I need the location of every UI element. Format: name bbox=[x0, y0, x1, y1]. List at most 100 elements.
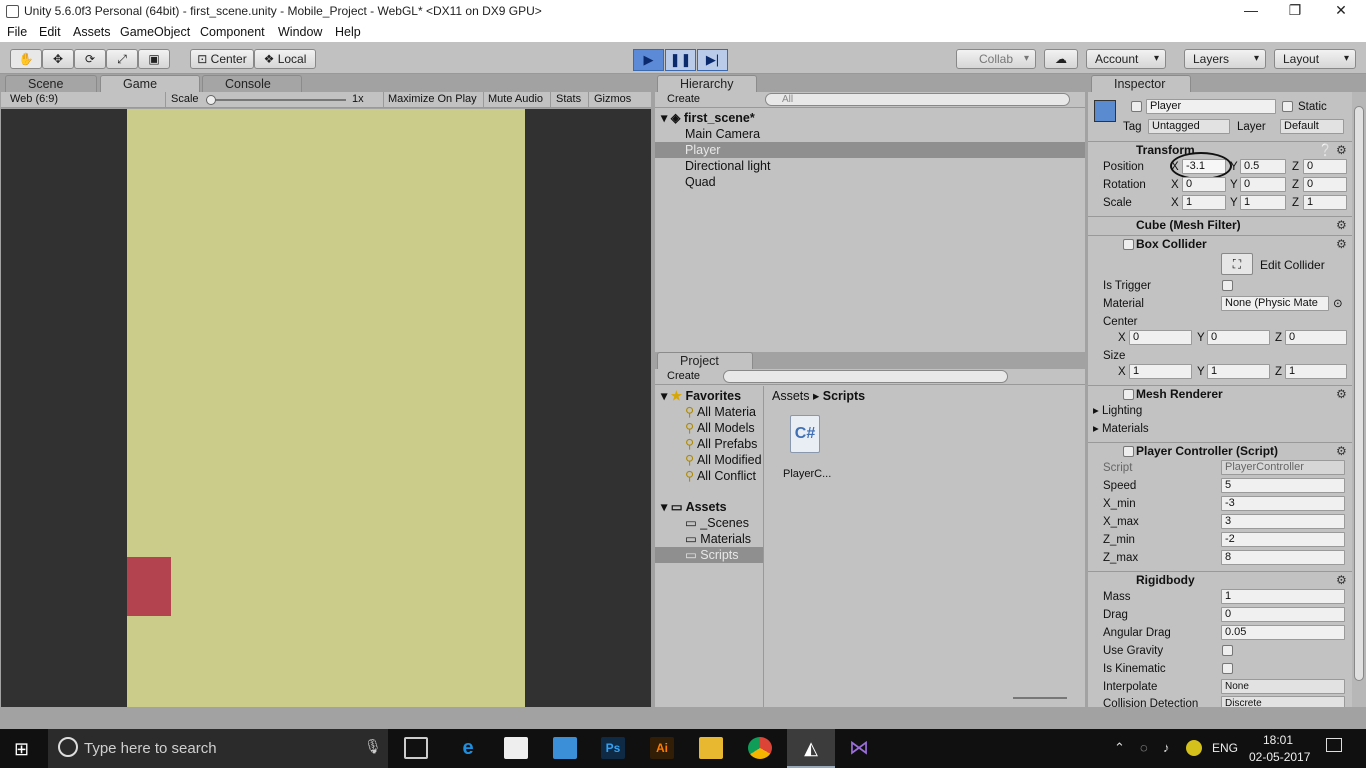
chrome-icon[interactable] bbox=[748, 737, 772, 759]
task-view-icon[interactable] bbox=[404, 737, 428, 759]
rect-tool-icon[interactable]: ▣ bbox=[138, 49, 170, 69]
favorite-all-materials[interactable]: ⚲ All Materia bbox=[685, 404, 756, 420]
illustrator-icon[interactable]: Ai bbox=[650, 737, 674, 759]
project-search-input[interactable] bbox=[723, 370, 1008, 383]
layer-dropdown[interactable]: Default bbox=[1280, 119, 1344, 134]
menu-window[interactable]: Window bbox=[278, 25, 322, 39]
gear-icon[interactable]: ⚙ bbox=[1336, 573, 1347, 587]
mute-audio-button[interactable]: Mute Audio bbox=[488, 92, 543, 107]
photoshop-icon[interactable]: Ps bbox=[601, 737, 625, 759]
rotate-tool-icon[interactable]: ⟳ bbox=[74, 49, 106, 69]
scale-y-field[interactable]: 1 bbox=[1240, 195, 1286, 210]
use-gravity-checkbox[interactable] bbox=[1222, 645, 1233, 656]
notifications-icon[interactable] bbox=[1326, 738, 1342, 752]
stats-button[interactable]: Stats bbox=[556, 92, 581, 107]
scale-tool-icon[interactable]: ⤢ bbox=[106, 49, 138, 69]
angular-drag-field[interactable]: 0.05 bbox=[1221, 625, 1345, 640]
tab-console[interactable]: Console bbox=[202, 75, 302, 92]
gear-icon[interactable]: ⚙ bbox=[1336, 237, 1347, 251]
position-y-field[interactable]: 0.5 bbox=[1240, 159, 1286, 174]
breadcrumb-assets[interactable]: Assets bbox=[772, 389, 810, 403]
folder-scenes[interactable]: ▭ _Scenes bbox=[685, 515, 749, 531]
windows-start-icon[interactable]: ⊞ bbox=[14, 740, 29, 758]
play-button[interactable]: ▶ bbox=[633, 49, 664, 71]
inspector-scrollbar[interactable] bbox=[1352, 92, 1366, 707]
scale-slider-thumb[interactable] bbox=[206, 95, 216, 105]
size-x-field[interactable]: 1 bbox=[1129, 364, 1192, 379]
icon-size-slider[interactable] bbox=[1013, 697, 1067, 699]
player-controller-enabled-checkbox[interactable] bbox=[1123, 446, 1134, 457]
microphone-icon[interactable]: 🎙 bbox=[364, 738, 382, 755]
maximize-on-play-button[interactable]: Maximize On Play bbox=[388, 92, 477, 107]
collab-dropdown[interactable]: Collab bbox=[956, 49, 1036, 69]
tray-app-icon[interactable] bbox=[1186, 740, 1202, 756]
hierarchy-item-player[interactable]: Player bbox=[655, 142, 1085, 158]
is-trigger-checkbox[interactable] bbox=[1222, 280, 1233, 291]
tag-dropdown[interactable]: Untagged bbox=[1148, 119, 1230, 134]
network-icon[interactable]: ◌ bbox=[1140, 740, 1148, 755]
mesh-renderer-enabled-checkbox[interactable] bbox=[1123, 389, 1134, 400]
material-field[interactable]: None (Physic Mate bbox=[1221, 296, 1329, 311]
menu-assets[interactable]: Assets bbox=[73, 25, 111, 39]
maximize-button[interactable]: ❐ bbox=[1272, 2, 1318, 22]
scale-x-field[interactable]: 1 bbox=[1182, 195, 1226, 210]
favorite-all-prefabs[interactable]: ⚲ All Prefabs bbox=[685, 436, 757, 452]
aspect-dropdown[interactable]: Web (6:9) bbox=[10, 92, 58, 107]
edit-collider-icon[interactable]: ⛶ bbox=[1221, 253, 1253, 275]
folder-scripts[interactable]: ▭ Scripts bbox=[655, 547, 763, 563]
minimize-button[interactable]: — bbox=[1228, 2, 1274, 22]
hierarchy-search-input[interactable]: All bbox=[765, 93, 1070, 106]
clock-time[interactable]: 18:01 bbox=[1263, 733, 1293, 747]
clock-date[interactable]: 02-05-2017 bbox=[1249, 750, 1310, 764]
hierarchy-item-main-camera[interactable]: Main Camera bbox=[685, 126, 760, 142]
tab-scene[interactable]: Scene bbox=[5, 75, 97, 92]
mass-field[interactable]: 1 bbox=[1221, 589, 1345, 604]
menu-edit[interactable]: Edit bbox=[39, 25, 61, 39]
rotation-z-field[interactable]: 0 bbox=[1303, 177, 1347, 192]
rotation-y-field[interactable]: 0 bbox=[1240, 177, 1286, 192]
hierarchy-item-quad[interactable]: Quad bbox=[685, 174, 716, 190]
x-max-field[interactable]: 3 bbox=[1221, 514, 1345, 529]
interpolate-dropdown[interactable]: None bbox=[1221, 679, 1345, 694]
active-checkbox[interactable] bbox=[1131, 101, 1142, 112]
favorite-all-modified[interactable]: ⚲ All Modified bbox=[685, 452, 762, 468]
hierarchy-create-dropdown[interactable]: Create bbox=[667, 92, 700, 107]
file-explorer-icon[interactable] bbox=[699, 737, 723, 759]
object-picker-icon[interactable]: ⊙ bbox=[1333, 297, 1343, 311]
visual-studio-icon[interactable]: ⋈ bbox=[847, 737, 871, 759]
close-button[interactable]: ✕ bbox=[1318, 2, 1364, 22]
drag-field[interactable]: 0 bbox=[1221, 607, 1345, 622]
scene-root[interactable]: ▾ ◈ first_scene* bbox=[661, 110, 1081, 126]
menu-component[interactable]: Component bbox=[200, 25, 265, 39]
language-indicator[interactable]: ENG bbox=[1212, 741, 1238, 755]
assets-node[interactable]: ▾ ▭ Assets bbox=[661, 499, 727, 515]
project-create-dropdown[interactable]: Create bbox=[667, 369, 700, 384]
layout-dropdown[interactable]: Layout bbox=[1274, 49, 1356, 69]
center-x-field[interactable]: 0 bbox=[1129, 330, 1192, 345]
account-dropdown[interactable]: Account bbox=[1086, 49, 1166, 69]
edge-icon[interactable]: e bbox=[456, 737, 480, 759]
gear-icon[interactable]: ⚙ bbox=[1336, 143, 1347, 157]
tab-hierarchy[interactable]: Hierarchy bbox=[657, 75, 757, 92]
csharp-icon[interactable]: C# bbox=[790, 415, 820, 453]
scrollbar-thumb[interactable] bbox=[1354, 106, 1364, 681]
hierarchy-item-directional-light[interactable]: Directional light bbox=[685, 158, 770, 174]
file-label[interactable]: PlayerC... bbox=[783, 466, 831, 482]
tab-project[interactable]: Project bbox=[657, 352, 753, 369]
size-y-field[interactable]: 1 bbox=[1207, 364, 1270, 379]
z-min-field[interactable]: -2 bbox=[1221, 532, 1345, 547]
speed-field[interactable]: 5 bbox=[1221, 478, 1345, 493]
is-kinematic-checkbox[interactable] bbox=[1222, 663, 1233, 674]
gear-icon[interactable]: ⚙ bbox=[1336, 444, 1347, 458]
step-button[interactable]: ▶| bbox=[697, 49, 728, 71]
z-max-field[interactable]: 8 bbox=[1221, 550, 1345, 565]
gear-icon[interactable]: ⚙ bbox=[1336, 218, 1347, 232]
box-collider-enabled-checkbox[interactable] bbox=[1123, 239, 1134, 250]
volume-icon[interactable]: ♪ bbox=[1163, 740, 1170, 755]
scale-z-field[interactable]: 1 bbox=[1303, 195, 1347, 210]
breadcrumb-scripts[interactable]: Scripts bbox=[823, 389, 865, 403]
cloud-icon[interactable]: ☁ bbox=[1044, 49, 1078, 69]
menu-gameobject[interactable]: GameObject bbox=[120, 25, 190, 39]
center-z-field[interactable]: 0 bbox=[1285, 330, 1347, 345]
rigidbody-header[interactable]: Rigidbody bbox=[1088, 571, 1352, 589]
